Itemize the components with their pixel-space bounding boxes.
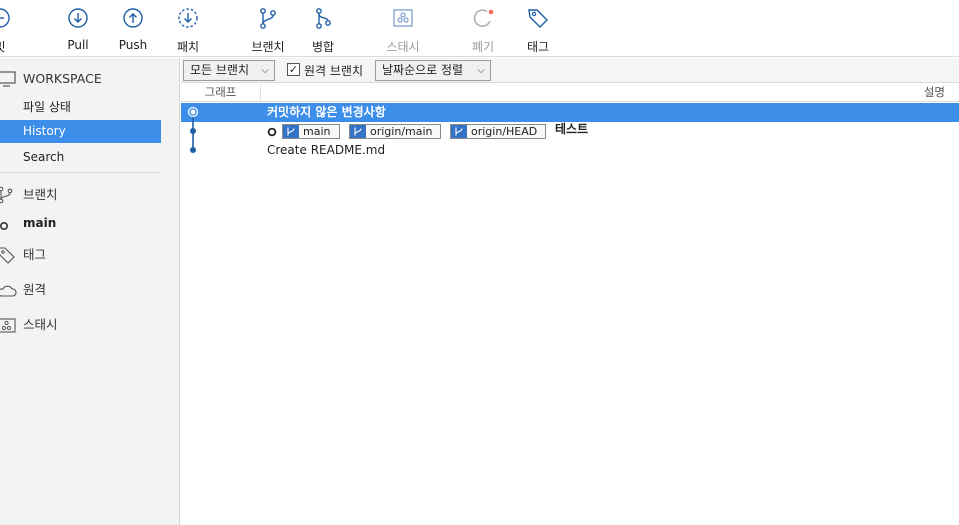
sidebar-tags-label: 태그 [23, 247, 47, 262]
ref-label-origin-main[interactable]: origin/main [349, 124, 441, 139]
sidebar-remotes-header[interactable]: 원격 [0, 278, 161, 301]
sidebar-item-label: main [23, 216, 57, 230]
commit-label: 밋 [0, 38, 16, 55]
sidebar-item-label: 파일 상태 [23, 100, 71, 114]
sidebar-divider [0, 172, 161, 173]
toolbar: 밋 Pull Push 패치 브랜치 [0, 0, 959, 57]
sidebar: WORKSPACE 파일 상태 History Search 브랜치 main … [0, 58, 180, 525]
pull-button[interactable]: Pull [60, 6, 96, 54]
table-row-uncommitted[interactable]: 커밋하지 않은 변경사항 [181, 103, 959, 122]
cloud-icon [0, 285, 17, 297]
remote-branches-checkbox[interactable]: ✓ [287, 63, 300, 76]
branch-ref-icon [350, 125, 366, 138]
fetch-icon [178, 8, 198, 28]
pull-icon [68, 8, 88, 28]
chevron-down-icon: ⌵ [261, 65, 269, 76]
ref-name: origin/main [370, 125, 433, 138]
sidebar-item-search[interactable]: Search [0, 146, 161, 169]
branch-icon [260, 8, 276, 29]
tag-icon [528, 9, 548, 28]
column-header-description[interactable]: 설명 [924, 84, 945, 101]
stash-icon [0, 318, 16, 333]
commit-message: 커밋하지 않은 변경사항 [267, 105, 386, 119]
head-indicator-icon [267, 127, 277, 137]
table-row-commit[interactable]: Create README.md [181, 141, 959, 160]
graph-node-commit [190, 147, 196, 153]
sidebar-workspace-header[interactable]: WORKSPACE [0, 67, 161, 90]
push-button[interactable]: Push [114, 6, 152, 54]
commit-icon [0, 8, 10, 28]
commit-button[interactable]: 밋 [0, 6, 16, 54]
merge-icon [316, 8, 331, 29]
current-branch-icon [0, 222, 8, 230]
branch-filter-value: 모든 브랜치 [190, 63, 250, 77]
branch-ref-icon [451, 125, 467, 138]
sidebar-item-label: History [23, 124, 66, 138]
merge-button[interactable]: 병합 [306, 6, 340, 54]
sidebar-stashes-header[interactable]: 스태시 [0, 313, 161, 336]
branch-icon [0, 186, 13, 204]
column-header-graph[interactable]: 그래프 [181, 84, 261, 102]
sidebar-workspace-label: WORKSPACE [23, 71, 102, 86]
branch-label: 브랜치 [251, 40, 285, 54]
sidebar-tags-header[interactable]: 태그 [0, 243, 161, 266]
sidebar-item-label: Search [23, 150, 65, 164]
stash-label: 스태시 [386, 40, 420, 54]
pull-label: Pull [67, 38, 89, 52]
branch-ref-icon [283, 125, 299, 138]
graph-node-commit [190, 128, 196, 134]
fetch-button[interactable]: 패치 [170, 6, 206, 54]
discard-label: 폐기 [471, 40, 495, 54]
ref-name: origin/HEAD [471, 125, 538, 138]
ref-label-main[interactable]: main [282, 124, 340, 139]
fetch-label: 패치 [176, 40, 200, 54]
sidebar-stashes-label: 스태시 [23, 317, 58, 332]
stash-button[interactable]: 스태시 [380, 6, 426, 54]
monitor-icon [0, 71, 16, 87]
remote-branches-label: 원격 브랜치 [304, 64, 364, 78]
sort-order-value: 날짜순으로 정렬 [382, 63, 464, 77]
sidebar-remotes-label: 원격 [23, 282, 47, 297]
tag-button[interactable]: 태그 [522, 6, 554, 54]
commit-message: Create README.md [267, 143, 386, 157]
history-table-header: 그래프 설명 [181, 84, 959, 102]
sidebar-branches-label: 브랜치 [23, 187, 58, 202]
push-icon [123, 8, 143, 28]
tag-icon [0, 247, 15, 264]
discard-button[interactable]: 폐기 [466, 6, 500, 54]
tag-label: 태그 [526, 40, 550, 54]
commit-graph [187, 106, 199, 153]
push-label: Push [118, 38, 148, 52]
sidebar-branches-header[interactable]: 브랜치 [0, 183, 161, 206]
discard-icon [473, 9, 494, 27]
filter-bar: 모든 브랜치 ⌵ ✓ 원격 브랜치 날짜순으로 정렬 ⌵ [181, 58, 959, 83]
sidebar-item-file-status[interactable]: 파일 상태 [0, 96, 161, 119]
sort-order-dropdown[interactable]: 날짜순으로 정렬 ⌵ [375, 60, 491, 81]
ref-name: main [303, 125, 331, 138]
commit-message: 테스트 [555, 122, 589, 136]
ref-label-origin-head[interactable]: origin/HEAD [450, 124, 546, 139]
merge-label: 병합 [311, 40, 335, 54]
branch-button[interactable]: 브랜치 [248, 6, 288, 54]
sidebar-item-branch-main[interactable]: main [0, 212, 161, 235]
table-row-commit[interactable]: main origin/main origin/HEAD 테스트 [181, 122, 959, 141]
branch-filter-dropdown[interactable]: 모든 브랜치 ⌵ [183, 60, 275, 81]
sidebar-item-history[interactable]: History [0, 120, 161, 143]
chevron-down-icon: ⌵ [477, 65, 485, 76]
stash-icon [393, 9, 413, 27]
